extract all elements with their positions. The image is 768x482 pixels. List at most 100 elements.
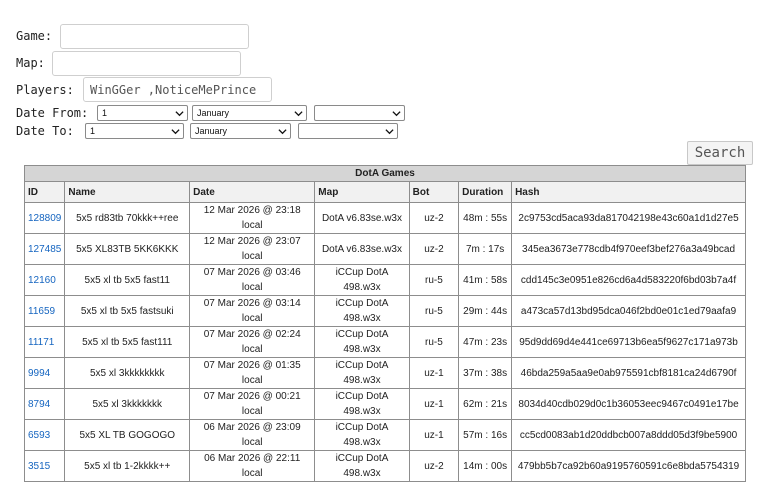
- game-id-link[interactable]: 9994: [23, 357, 66, 389]
- header-hash: Hash: [511, 181, 746, 203]
- game-map: DotA v6.83se.w3x: [314, 233, 410, 265]
- game-duration: 48m : 55s: [458, 202, 513, 234]
- game-name: 5x5 xl 3kkkkkkkk: [64, 357, 191, 389]
- table-row: 3515 5x5 xl tb 1-2kkkk++ 06 Mar 2026 @ 2…: [23, 450, 746, 482]
- game-duration: 29m : 44s: [458, 295, 513, 327]
- date-from-day-value: 1: [102, 108, 108, 118]
- table-row: 11659 5x5 xl tb 5x5 fastsuki 07 Mar 2026…: [23, 295, 746, 327]
- game-input[interactable]: [60, 24, 249, 49]
- game-bot: ru-5: [408, 295, 460, 327]
- game-name: 5x5 xl tb 1-2kkkk++: [64, 450, 191, 482]
- game-bot: uz-2: [408, 450, 460, 482]
- games-table: DotA Games ID Name Date Map Bot Duration…: [23, 165, 746, 482]
- table-header-row: ID Name Date Map Bot Duration Hash: [23, 181, 746, 203]
- chevron-down-icon: [278, 129, 287, 135]
- game-id-link[interactable]: 11659: [23, 295, 66, 327]
- game-hash: 479bb5b7ca92b60a9195760591c6e8bda5754319: [511, 450, 746, 482]
- table-row: 6593 5x5 XL TB GOGOGO 06 Mar 2026 @ 23:0…: [23, 419, 746, 451]
- players-label: Players:: [16, 83, 74, 97]
- chevron-down-icon: [392, 111, 401, 117]
- date-to-day-select[interactable]: 1: [85, 123, 184, 139]
- table-caption-row: DotA Games: [24, 165, 746, 182]
- table-row: 11171 5x5 xl tb 5x5 fast111 07 Mar 2026 …: [23, 326, 746, 358]
- game-map: iCCup DotA 498.w3x: [314, 450, 410, 482]
- game-hash: cdd145c3e0951e826cd6a4d583220f6bd03b7a4f: [511, 264, 746, 296]
- date-to-year-select[interactable]: [298, 123, 398, 139]
- game-hash: a473ca57d13bd95dca046f2bd0e01c1ed79aafa9: [511, 295, 746, 327]
- table-caption: DotA Games: [24, 165, 746, 182]
- game-name: 5x5 XL TB GOGOGO: [64, 419, 191, 451]
- game-date: 07 Mar 2026 @ 00:21 local: [189, 388, 316, 420]
- map-input[interactable]: [52, 51, 241, 76]
- game-map: iCCup DotA 498.w3x: [314, 419, 410, 451]
- game-map: DotA v6.83se.w3x: [314, 202, 410, 234]
- game-hash: 8034d40cdb029d0c1b36053eec9467c0491e17be: [511, 388, 746, 420]
- date-to-month-select[interactable]: January: [190, 123, 291, 139]
- game-duration: 57m : 16s: [458, 419, 513, 451]
- game-map: iCCup DotA 498.w3x: [314, 295, 410, 327]
- game-name: 5x5 XL83TB 5KK6KKK: [64, 233, 191, 265]
- game-date: 07 Mar 2026 @ 01:35 local: [189, 357, 316, 389]
- game-map: iCCup DotA 498.w3x: [314, 357, 410, 389]
- game-id-link[interactable]: 8794: [23, 388, 66, 420]
- game-id-link[interactable]: 11171: [23, 326, 66, 358]
- table-row: 128809 5x5 rd83tb 70kkk++ree 12 Mar 2026…: [23, 202, 746, 234]
- players-input[interactable]: [83, 77, 272, 102]
- game-name: 5x5 xl tb 5x5 fast11: [64, 264, 191, 296]
- table-row: 127485 5x5 XL83TB 5KK6KKK 12 Mar 2026 @ …: [23, 233, 746, 265]
- game-hash: 2c9753cd5aca93da817042198e43c60a1d1d27e5: [511, 202, 746, 234]
- game-id-link[interactable]: 3515: [23, 450, 66, 482]
- game-id-link[interactable]: 6593: [23, 419, 66, 451]
- date-from-month-select[interactable]: January: [192, 105, 307, 121]
- game-name: 5x5 xl 3kkkkkkk: [64, 388, 191, 420]
- date-from-label: Date From:: [16, 106, 89, 120]
- game-bot: uz-1: [408, 357, 460, 389]
- date-to-day-value: 1: [90, 126, 96, 136]
- search-button[interactable]: Search: [687, 141, 753, 165]
- game-name: 5x5 xl tb 5x5 fastsuki: [64, 295, 191, 327]
- header-name: Name: [64, 181, 191, 203]
- game-id-link[interactable]: 12160: [23, 264, 66, 296]
- chevron-down-icon: [175, 111, 184, 117]
- chevron-down-icon: [294, 111, 303, 117]
- game-hash: 345ea3673e778cdb4f970eef3bef276a3a49bcad: [511, 233, 746, 265]
- game-duration: 62m : 21s: [458, 388, 513, 420]
- date-from-month-value: January: [197, 108, 230, 118]
- game-name: 5x5 rd83tb 70kkk++ree: [64, 202, 191, 234]
- game-duration: 41m : 58s: [458, 264, 513, 296]
- game-date: 07 Mar 2026 @ 03:46 local: [189, 264, 316, 296]
- game-id-link[interactable]: 127485: [23, 233, 66, 265]
- game-bot: ru-5: [408, 264, 460, 296]
- game-duration: 37m : 38s: [458, 357, 513, 389]
- game-name: 5x5 xl tb 5x5 fast111: [64, 326, 191, 358]
- date-from-year-select[interactable]: [314, 105, 405, 121]
- game-duration: 7m : 17s: [458, 233, 513, 265]
- date-to-month-value: January: [195, 126, 228, 136]
- date-to-label: Date To:: [16, 124, 74, 138]
- game-bot: uz-2: [408, 233, 460, 265]
- header-id: ID: [23, 181, 66, 203]
- game-map: iCCup DotA 498.w3x: [314, 388, 410, 420]
- chevron-down-icon: [385, 129, 394, 135]
- table-row: 12160 5x5 xl tb 5x5 fast11 07 Mar 2026 @…: [23, 264, 746, 296]
- game-map: iCCup DotA 498.w3x: [314, 326, 410, 358]
- game-date: 07 Mar 2026 @ 03:14 local: [189, 295, 316, 327]
- game-bot: uz-2: [408, 202, 460, 234]
- chevron-down-icon: [171, 129, 180, 135]
- game-date: 06 Mar 2026 @ 23:09 local: [189, 419, 316, 451]
- game-bot: uz-1: [408, 419, 460, 451]
- header-bot: Bot: [408, 181, 460, 203]
- header-duration: Duration: [458, 181, 513, 203]
- date-from-day-select[interactable]: 1: [97, 105, 188, 121]
- game-duration: 14m : 00s: [458, 450, 513, 482]
- game-date: 12 Mar 2026 @ 23:07 local: [189, 233, 316, 265]
- map-label: Map:: [16, 56, 45, 70]
- game-id-link[interactable]: 128809: [23, 202, 66, 234]
- game-hash: 95d9dd69d4e441ce69713b6ea5f9627c171a973b: [511, 326, 746, 358]
- game-bot: ru-5: [408, 326, 460, 358]
- header-map: Map: [314, 181, 410, 203]
- header-date: Date: [189, 181, 316, 203]
- game-date: 12 Mar 2026 @ 23:18 local: [189, 202, 316, 234]
- game-hash: cc5cd0083ab1d20ddbcb007a8ddd05d3f9be5900: [511, 419, 746, 451]
- game-bot: uz-1: [408, 388, 460, 420]
